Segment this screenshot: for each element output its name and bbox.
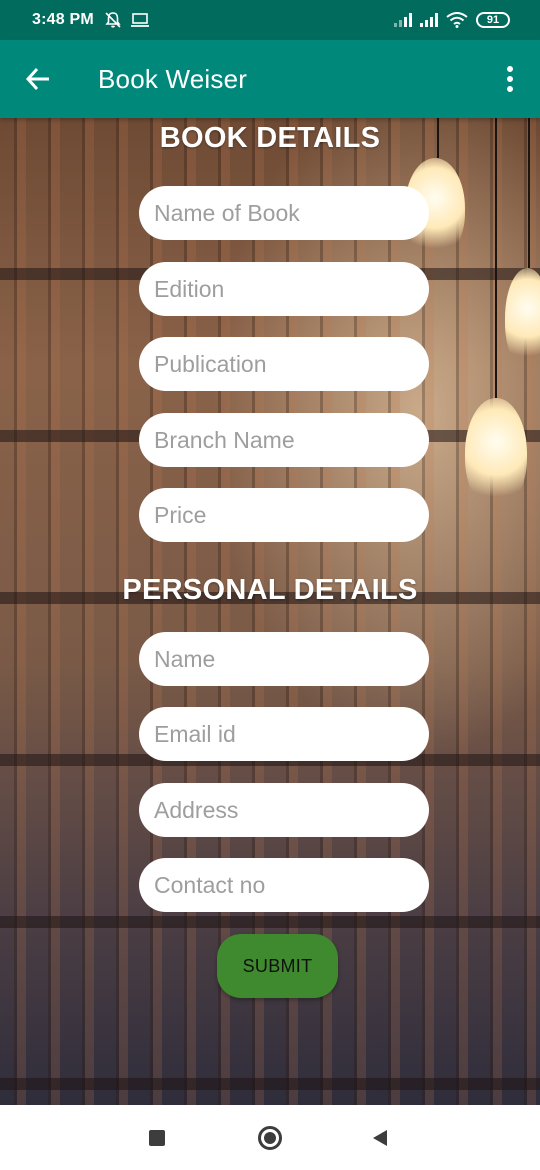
page-title: Book Weiser [98,63,248,94]
status-time: 3:48 PM [32,11,94,28]
registration-form: BOOK DETAILS PERSONAL DETAILS SUBMIT [0,118,540,1105]
publication-input[interactable] [139,337,429,391]
book-details-heading: BOOK DETAILS [159,122,381,154]
email-input[interactable] [139,707,429,761]
back-button[interactable] [0,40,77,118]
system-nav-bar [0,1105,540,1170]
contact-input[interactable] [139,858,429,912]
name-input[interactable] [139,632,429,686]
recents-button[interactable] [144,1125,170,1151]
address-input[interactable] [139,783,429,837]
branch-name-input[interactable] [139,413,429,467]
status-bar: 3:48 PM 91 [0,0,540,40]
price-input[interactable] [139,488,429,542]
home-button[interactable] [257,1125,283,1151]
form-background: BOOK DETAILS PERSONAL DETAILS SUBMIT [0,118,540,1105]
signal-icon [394,13,412,27]
book-name-input[interactable] [139,186,429,240]
signal-icon [420,13,438,27]
more-vert-icon[interactable] [490,49,530,109]
screen-cast-icon [130,13,149,27]
battery-level: 91 [486,14,500,26]
wifi-icon [446,12,468,28]
back-icon [373,1130,387,1146]
nav-back-button[interactable] [367,1125,393,1151]
personal-details-heading: PERSONAL DETAILS [122,574,418,606]
mute-notifications-icon [105,12,121,28]
back-arrow-icon [25,67,49,91]
edition-input[interactable] [139,262,429,316]
battery-icon: 91 [476,12,510,28]
home-icon [258,1126,282,1150]
app-bar: Book Weiser [0,40,540,118]
recents-icon [149,1130,165,1146]
submit-button[interactable]: SUBMIT [217,934,338,998]
